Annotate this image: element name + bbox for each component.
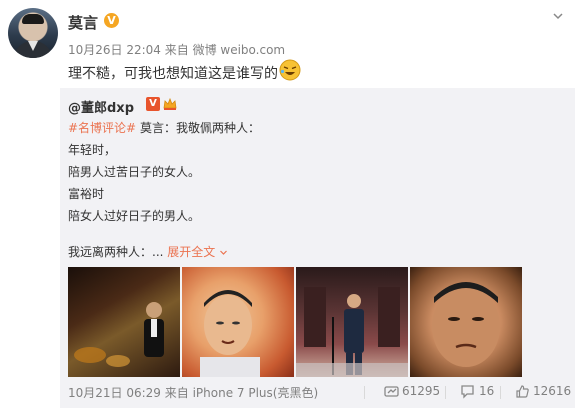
post-meta[interactable]: 10月26日 22:04 来自 微博 weibo.com bbox=[68, 41, 285, 58]
repost-line-last: 我远离两种人：... 展开全文 bbox=[68, 243, 228, 260]
like-icon[interactable] bbox=[515, 384, 530, 399]
author-avatar[interactable] bbox=[8, 8, 58, 58]
photo-thumbnail-3[interactable] bbox=[296, 267, 408, 377]
repost-line-text: 我远离两种人：... bbox=[68, 245, 164, 259]
laughing-emoji-icon bbox=[279, 59, 301, 81]
expand-full-text-link[interactable]: 展开全文 bbox=[167, 245, 228, 259]
repost-icon[interactable] bbox=[384, 384, 399, 399]
repost-line: 年轻时， bbox=[68, 143, 117, 157]
crown-badge-icon bbox=[163, 97, 177, 110]
weibo-card: 莫言 V 10月26日 22:04 来自 微博 weibo.com 理不糙，可我… bbox=[0, 0, 575, 408]
photo-thumbnail-4[interactable] bbox=[410, 267, 522, 377]
repost-line: 陪女人过好日子的男人。 bbox=[68, 209, 201, 223]
footer-divider bbox=[445, 386, 446, 399]
verified-badge-icon: V bbox=[104, 13, 119, 28]
footer-divider bbox=[500, 386, 501, 399]
photo-2-figure bbox=[200, 290, 260, 377]
comment-count[interactable]: 16 bbox=[479, 384, 494, 398]
photo-4-figure bbox=[432, 282, 500, 367]
repost-count[interactable]: 61295 bbox=[402, 384, 440, 398]
repost-author[interactable]: @董郎dxp bbox=[68, 97, 134, 116]
repost-meta[interactable]: 10月21日 06:29 来自 iPhone 7 Plus(亮黑色) bbox=[68, 384, 318, 401]
comment-icon[interactable] bbox=[460, 384, 475, 399]
chevron-down-icon[interactable] bbox=[552, 10, 564, 22]
repost-line: 富裕时 bbox=[68, 187, 105, 201]
hashtag-link[interactable]: #名博评论# bbox=[68, 121, 136, 135]
photo-thumbnail-1[interactable] bbox=[68, 267, 180, 377]
chevron-down-icon bbox=[220, 250, 228, 255]
repost-line-hashtag: #名博评论# 莫言：我敬佩两种人： bbox=[68, 119, 260, 136]
photo-1-figure bbox=[74, 302, 164, 367]
repost-line-text: 莫言：我敬佩两种人： bbox=[136, 121, 260, 135]
post-text: 理不糙，可我也想知道这是谁写的 bbox=[68, 66, 278, 82]
footer-divider bbox=[364, 386, 365, 399]
expand-label: 展开全文 bbox=[167, 245, 216, 259]
avatar-hair bbox=[22, 14, 44, 24]
repost-verified-badge-icon: V bbox=[146, 97, 160, 111]
photo-thumbnail-2[interactable] bbox=[182, 267, 294, 377]
like-count[interactable]: 12616 bbox=[533, 384, 571, 398]
repost-line: 陪男人过苦日子的女人。 bbox=[68, 165, 201, 179]
photo-3-figure bbox=[296, 287, 408, 377]
author-name[interactable]: 莫言 bbox=[68, 12, 98, 33]
